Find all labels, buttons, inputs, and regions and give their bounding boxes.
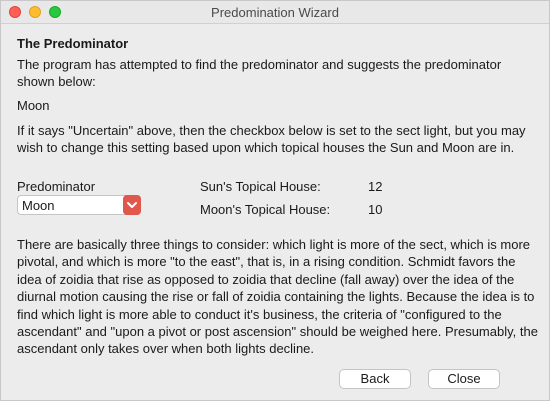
suggested-predominator: Moon: [17, 98, 50, 113]
note-text: If it says "Uncertain" above, then the c…: [17, 123, 526, 155]
window-title: Predomination Wizard: [211, 5, 339, 20]
predominator-select-value: Moon: [22, 198, 55, 213]
predominator-select[interactable]: Moon: [17, 195, 141, 215]
wizard-window: Predomination Wizard The Predominator Th…: [0, 0, 550, 401]
moon-house-value: 10: [368, 202, 383, 217]
explanation-text: There are basically three things to cons…: [17, 237, 538, 357]
dropdown-arrow-button[interactable]: [123, 195, 141, 215]
section-heading: The Predominator: [17, 36, 129, 51]
moon-house-label: Moon's Topical House:: [200, 202, 331, 217]
back-button[interactable]: Back: [339, 369, 411, 389]
section-heading-wrap: The Predominator: [17, 35, 539, 52]
intro-text: The program has attempted to find the pr…: [17, 57, 502, 89]
close-button[interactable]: Close: [428, 369, 500, 389]
sun-house-value: 12: [368, 179, 383, 194]
predominator-label: Predominator: [17, 179, 96, 194]
sun-house-label: Sun's Topical House:: [200, 179, 321, 194]
title-bar[interactable]: Predomination Wizard: [1, 1, 549, 24]
chevron-down-icon: [127, 202, 137, 208]
